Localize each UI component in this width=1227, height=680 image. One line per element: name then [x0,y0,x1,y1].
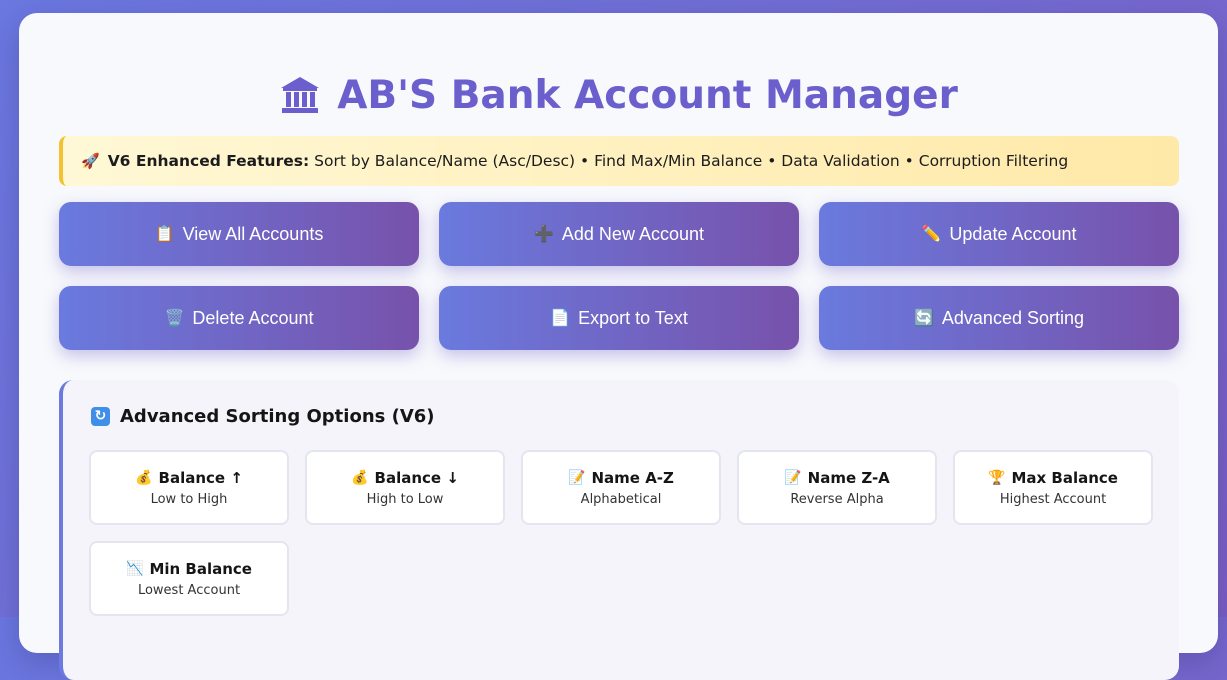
bank-icon [281,77,320,113]
page-header: AB'S Bank Account Manager [19,65,1218,125]
button-label: View All Accounts [182,223,324,244]
button-label: Delete Account [192,307,314,328]
banner-lead: V6 Enhanced Features: [107,152,310,170]
trophy-icon: 🏆 [988,469,1006,486]
rocket-icon: 🚀 [81,152,100,170]
sort-name-desc-option[interactable]: 📝 Name Z-A Reverse Alpha [737,450,937,525]
trash-icon: 🗑️ [164,310,185,327]
refresh-icon: ↻ [91,407,110,426]
memo-icon: 📝 [568,469,586,486]
option-label: Name A-Z [591,468,674,487]
sort-balance-desc-option[interactable]: 💰 Balance ↓ High to Low [305,450,505,525]
button-label: Add New Account [561,223,704,244]
button-label: Update Account [949,223,1077,244]
chart-decreasing-icon: 📉 [126,560,144,577]
clipboard-icon: 📋 [154,226,175,243]
export-to-text-button[interactable]: 📄 Export to Text [439,286,799,350]
option-subtitle: Lowest Account [137,582,241,598]
option-title: 📝 Name A-Z [568,469,674,487]
button-label: Export to Text [578,307,688,328]
document-icon: 📄 [550,310,571,327]
option-subtitle: Low to High [150,491,228,507]
option-label: Balance ↓ [374,468,459,487]
money-bag-icon: 💰 [351,469,369,486]
update-account-button[interactable]: ✏️ Update Account [819,202,1179,266]
money-bag-icon: 💰 [135,469,153,486]
option-title: 📝 Name Z-A [784,469,890,487]
option-subtitle: Highest Account [999,491,1107,507]
view-all-accounts-button[interactable]: 📋 View All Accounts [59,202,419,266]
option-label: Balance ↑ [158,468,243,487]
option-label: Max Balance [1011,468,1118,487]
sort-balance-asc-option[interactable]: 💰 Balance ↑ Low to High [89,450,289,525]
option-subtitle: Alphabetical [580,491,662,507]
option-label: Name Z-A [807,468,890,487]
min-balance-option[interactable]: 📉 Min Balance Lowest Account [89,541,289,616]
app-container: AB'S Bank Account Manager 🚀 V6 Enhanced … [19,13,1218,680]
page-title: AB'S Bank Account Manager [337,72,958,118]
plus-icon: ➕ [533,226,554,243]
add-new-account-button[interactable]: ➕ Add New Account [439,202,799,266]
option-title: 🏆 Max Balance [988,469,1118,487]
option-label: Min Balance [149,559,252,578]
sorting-panel-title: Advanced Sorting Options (V6) [120,406,435,427]
option-title: 💰 Balance ↓ [351,469,459,487]
option-subtitle: Reverse Alpha [790,491,884,507]
refresh-icon: 🔄 [913,310,934,327]
sorting-panel: ↻ Advanced Sorting Options (V6) 💰 Balanc… [59,380,1179,680]
memo-icon: 📝 [784,469,802,486]
sorting-panel-header: ↻ Advanced Sorting Options (V6) [91,406,435,427]
advanced-sorting-button[interactable]: 🔄 Advanced Sorting [819,286,1179,350]
option-subtitle: High to Low [366,491,444,507]
sort-name-asc-option[interactable]: 📝 Name A-Z Alphabetical [521,450,721,525]
delete-account-button[interactable]: 🗑️ Delete Account [59,286,419,350]
option-title: 💰 Balance ↑ [135,469,243,487]
pencil-icon: ✏️ [921,226,942,243]
button-label: Advanced Sorting [941,307,1084,328]
max-balance-option[interactable]: 🏆 Max Balance Highest Account [953,450,1153,525]
option-title: 📉 Min Balance [126,560,252,578]
features-banner: 🚀 V6 Enhanced Features: Sort by Balance/… [59,136,1179,186]
banner-text: Sort by Balance/Name (Asc/Desc) • Find M… [314,152,1069,170]
